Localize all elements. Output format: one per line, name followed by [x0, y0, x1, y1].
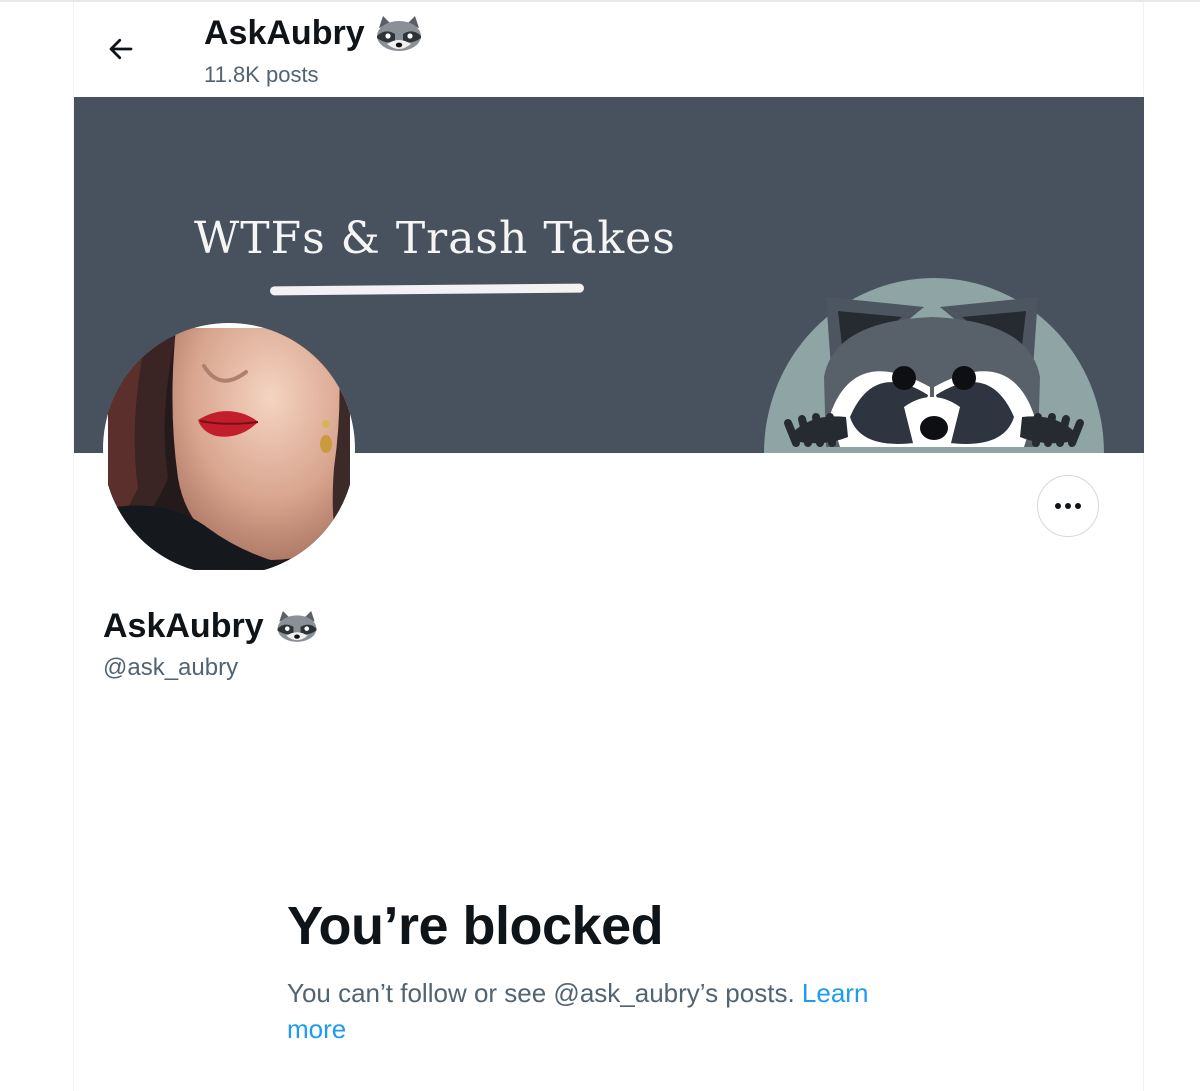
banner-underline [269, 283, 585, 296]
header-title: AskAubry [204, 12, 425, 54]
post-count: 11.8K posts [204, 62, 319, 87]
profile-avatar[interactable] [103, 323, 355, 575]
profile-header: AskAubry 11.8K posts [0, 0, 1200, 96]
blocked-title: You’re blocked [287, 896, 664, 956]
more-options-button[interactable] [1037, 475, 1099, 537]
blocked-message-text: You can’t follow or see @ask_aubry’s pos… [287, 978, 795, 1008]
avatar-photo [108, 328, 350, 570]
profile-handle: @ask_aubry [103, 654, 239, 681]
more-horizontal-icon [1055, 503, 1081, 509]
raccoon-icon [277, 610, 317, 642]
banner-text: WTFs & Trash Takes [194, 213, 676, 264]
profile-display-name: AskAubry [103, 604, 320, 648]
header-name: AskAubry [204, 14, 365, 52]
raccoon-icon [376, 16, 421, 51]
raccoon-illustration [764, 278, 1104, 453]
arrow-left-icon [109, 38, 133, 60]
back-button[interactable] [100, 28, 142, 70]
blocked-message: You can’t follow or see @ask_aubry’s pos… [287, 975, 927, 1047]
profile-name-text: AskAubry [103, 607, 264, 645]
